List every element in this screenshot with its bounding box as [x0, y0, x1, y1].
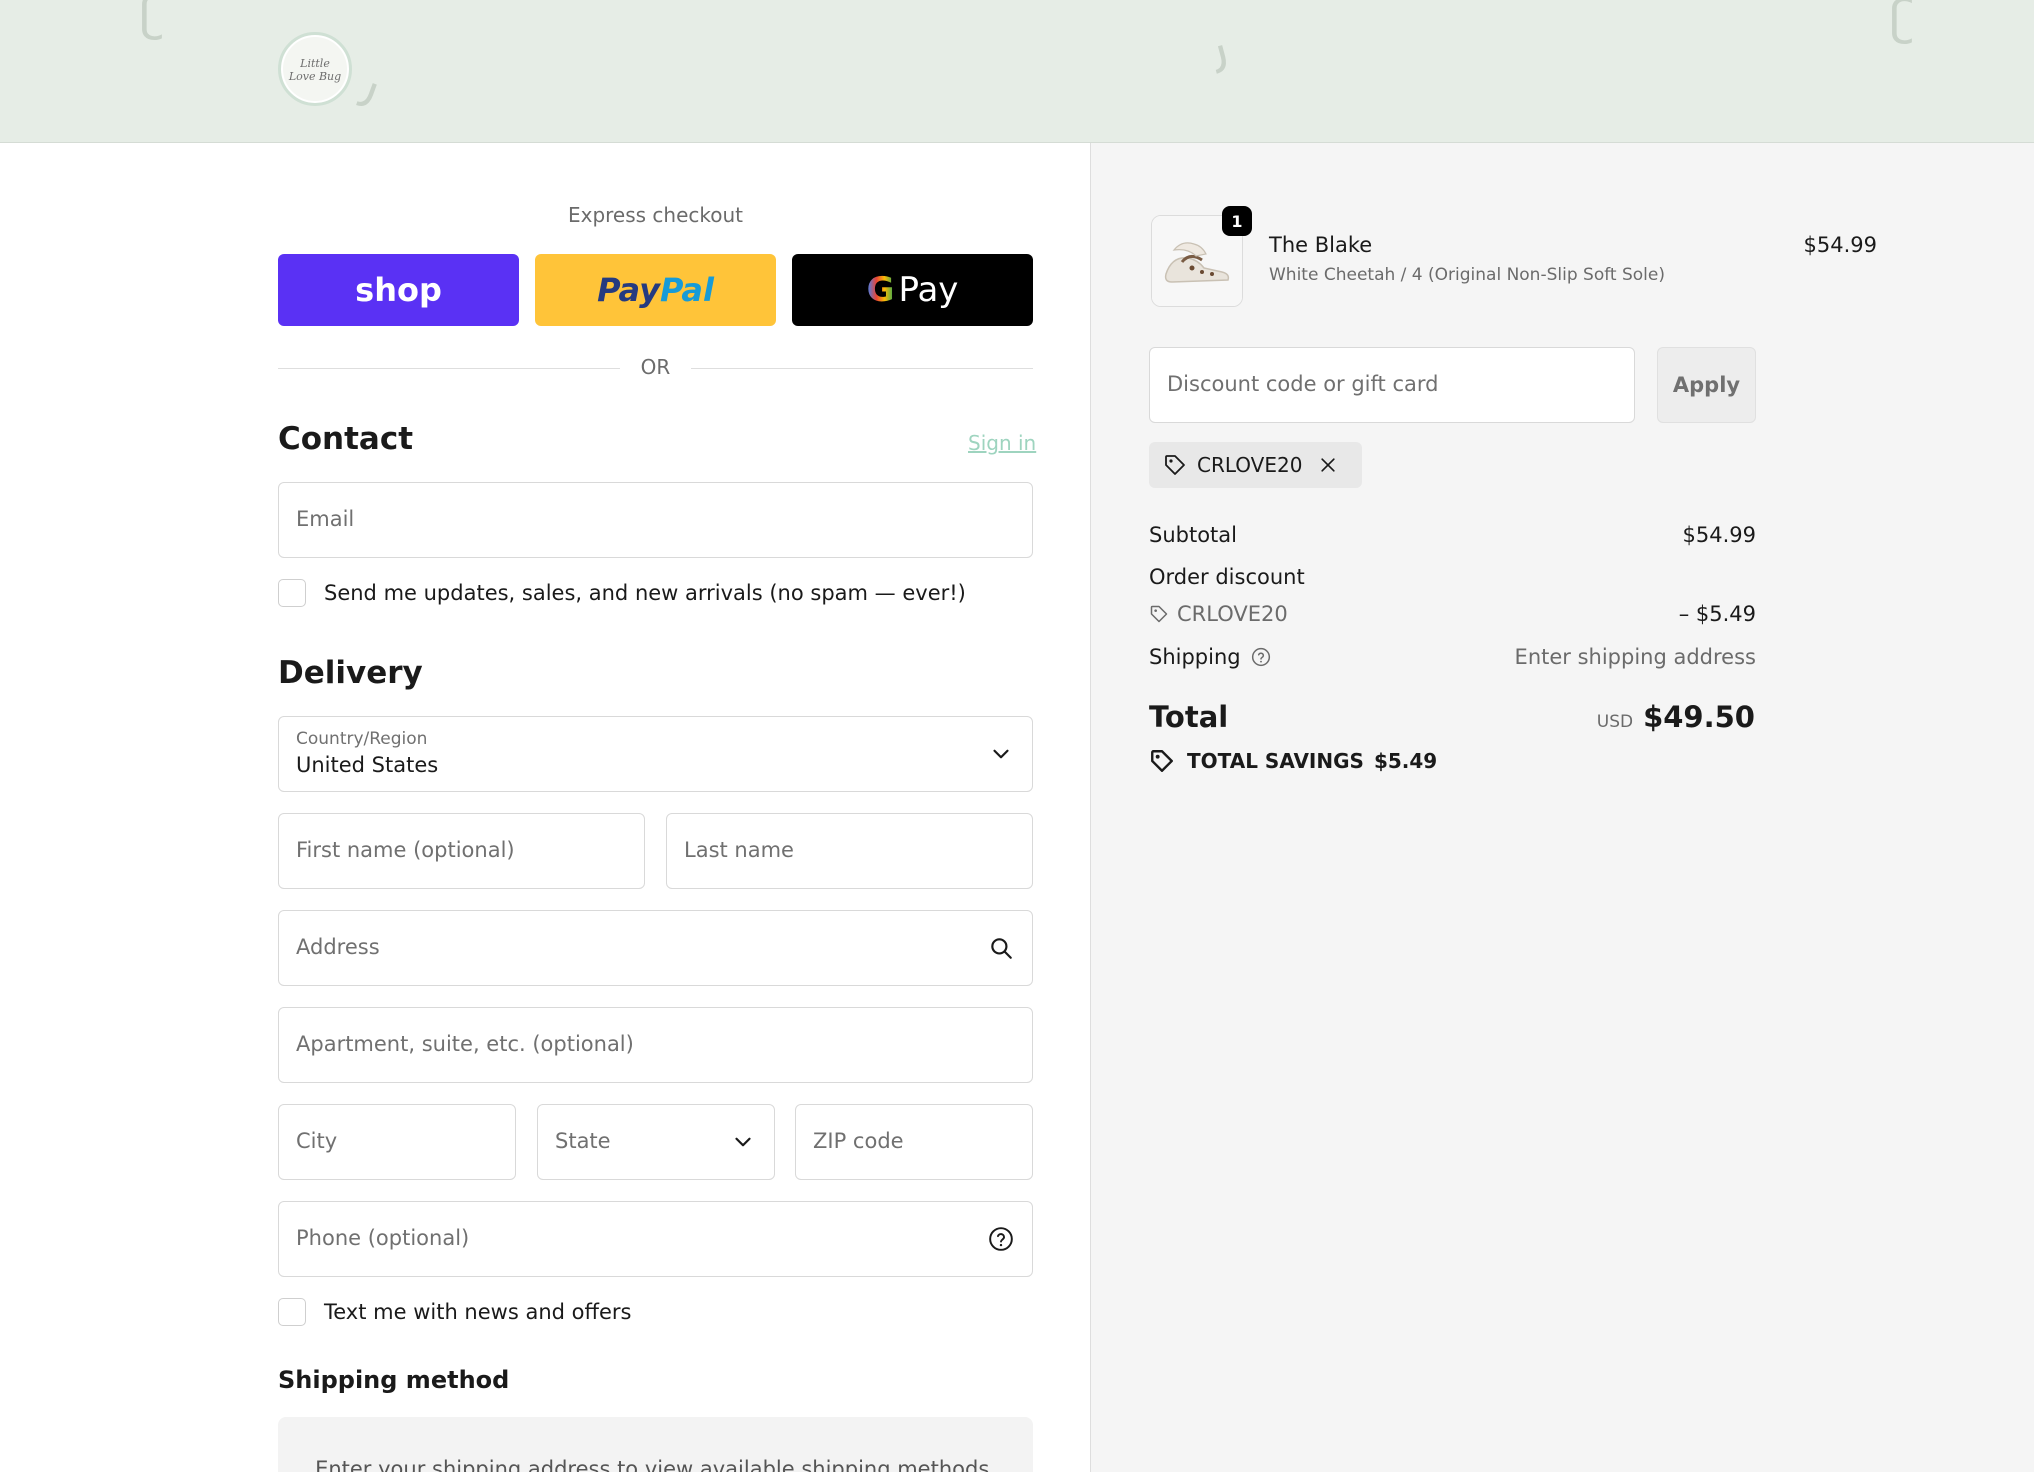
phone-field[interactable]: Phone (optional): [278, 1201, 1033, 1277]
country-select[interactable]: Country/Region United States: [278, 716, 1033, 792]
google-pay-label: Pay: [898, 270, 959, 310]
city-placeholder: City: [296, 1129, 338, 1153]
order-discount-row: Order discount: [1149, 565, 1756, 589]
total-label: Total: [1149, 700, 1229, 734]
item-quantity-badge: 1: [1222, 206, 1252, 236]
paypal-label-part2: Pal: [659, 271, 714, 309]
product-name: The Blake: [1269, 233, 1373, 257]
total-amount-group: USD $49.50: [1597, 700, 1755, 734]
phone-placeholder: Phone (optional): [296, 1226, 470, 1250]
delivery-heading: Delivery: [278, 655, 423, 691]
bird-decoration-icon: 𐑨: [1203, 26, 1236, 86]
updates-checkbox-row[interactable]: Send me updates, sales, and new arrivals…: [278, 579, 966, 607]
first-name-placeholder: First name (optional): [296, 838, 515, 862]
city-field[interactable]: City: [278, 1104, 516, 1180]
checkout-form: Express checkout shop Pay Pal G Pay OR Con…: [0, 143, 1090, 1472]
email-placeholder: Email: [296, 507, 355, 531]
order-summary: 1 The Blake White Cheetah / 4 (Original …: [1090, 143, 2034, 1472]
or-divider: OR: [278, 353, 1033, 383]
text-offers-checkbox-row[interactable]: Text me with news and offers: [278, 1298, 631, 1326]
email-field[interactable]: Email: [278, 482, 1033, 558]
applied-discount-chip: CRLOVE20: [1149, 442, 1363, 488]
help-circle-icon[interactable]: [988, 1226, 1014, 1252]
subtotal-label: Subtotal: [1149, 523, 1237, 547]
discount-amount: – $5.49: [1678, 602, 1756, 626]
discount-code-placeholder: Discount code or gift card: [1167, 372, 1439, 396]
shop-pay-button[interactable]: shop: [278, 254, 519, 326]
text-offers-checkbox-label: Text me with news and offers: [324, 1300, 632, 1324]
search-icon[interactable]: [988, 935, 1014, 961]
google-pay-button[interactable]: G Pay: [792, 254, 1033, 326]
text-offers-checkbox[interactable]: [278, 1298, 306, 1326]
state-select[interactable]: State: [537, 1104, 775, 1180]
zip-code-placeholder: ZIP code: [813, 1129, 904, 1153]
express-checkout-label: Express checkout: [567, 203, 744, 227]
updates-checkbox-label: Send me updates, sales, and new arrivals…: [324, 581, 966, 605]
total-currency: USD: [1596, 712, 1634, 732]
country-label: Country/Region: [296, 729, 428, 749]
bird-decoration-icon: 𐑨: [350, 62, 387, 122]
discount-code-name: CRLOVE20: [1177, 602, 1288, 626]
shipping-row: Shipping Enter shipping address: [1149, 645, 1756, 669]
shipping-method-message: Enter your shipping address to view avai…: [315, 1457, 996, 1472]
shipping-value: Enter shipping address: [1514, 645, 1756, 669]
contact-heading: Contact: [278, 421, 414, 457]
first-name-field[interactable]: First name (optional): [278, 813, 645, 889]
total-savings-row: TOTAL SAVINGS $5.49: [1149, 748, 1437, 774]
total-amount: $49.50: [1643, 700, 1755, 734]
subtotal-row: Subtotal $54.99: [1149, 523, 1756, 547]
total-savings-value: $5.49: [1373, 749, 1438, 773]
paypal-button[interactable]: Pay Pal: [535, 254, 776, 326]
google-g-icon: G: [866, 270, 895, 310]
applied-discount-code: CRLOVE20: [1197, 453, 1303, 477]
page-header: ʗ 𐑨 𐑨 ʗ Little Love Bug: [0, 0, 2034, 143]
bird-decoration-icon: ʗ: [140, 0, 165, 42]
subtotal-value: $54.99: [1682, 523, 1756, 547]
store-logo-text: Little Love Bug: [288, 57, 342, 83]
savings-tag-icon: [1151, 750, 1173, 772]
apartment-field[interactable]: Apartment, suite, etc. (optional): [278, 1007, 1033, 1083]
apply-button-label: Apply: [1672, 373, 1741, 397]
discount-code-field[interactable]: Discount code or gift card: [1149, 347, 1635, 423]
state-placeholder: State: [555, 1129, 611, 1153]
shipping-label: Shipping: [1149, 645, 1241, 669]
country-value: United States: [296, 753, 439, 777]
product-variant: White Cheetah / 4 (Original Non-Slip Sof…: [1269, 265, 1665, 285]
shipping-method-placeholder-box: Enter your shipping address to view avai…: [278, 1417, 1033, 1472]
paypal-label-part1: Pay: [597, 271, 660, 309]
apply-discount-button[interactable]: Apply: [1657, 347, 1756, 423]
chevron-down-icon: [993, 749, 1009, 759]
tag-icon: [1150, 605, 1168, 623]
updates-checkbox[interactable]: [278, 579, 306, 607]
sign-in-link[interactable]: Sign in: [968, 431, 1036, 455]
address-placeholder: Address: [296, 935, 380, 959]
tag-icon: [1165, 455, 1185, 475]
zip-code-field[interactable]: ZIP code: [795, 1104, 1033, 1180]
close-icon[interactable]: [1318, 455, 1338, 475]
chevron-down-icon: [735, 1137, 751, 1147]
bird-decoration-icon: ʗ: [1890, 0, 1915, 46]
shipping-method-heading: Shipping method: [278, 1366, 510, 1394]
help-circle-icon[interactable]: [1251, 647, 1271, 667]
product-price: $54.99: [1803, 233, 1877, 257]
last-name-placeholder: Last name: [684, 838, 794, 862]
address-field[interactable]: Address: [278, 910, 1033, 986]
last-name-field[interactable]: Last name: [666, 813, 1033, 889]
shop-pay-label: shop: [355, 271, 442, 309]
or-label: OR: [640, 355, 671, 379]
discount-code-row: CRLOVE20 – $5.49: [1149, 602, 1756, 629]
apartment-placeholder: Apartment, suite, etc. (optional): [296, 1032, 634, 1056]
order-discount-label: Order discount: [1149, 565, 1305, 589]
store-logo[interactable]: Little Love Bug: [278, 32, 352, 106]
total-savings-label: TOTAL SAVINGS: [1187, 749, 1364, 773]
